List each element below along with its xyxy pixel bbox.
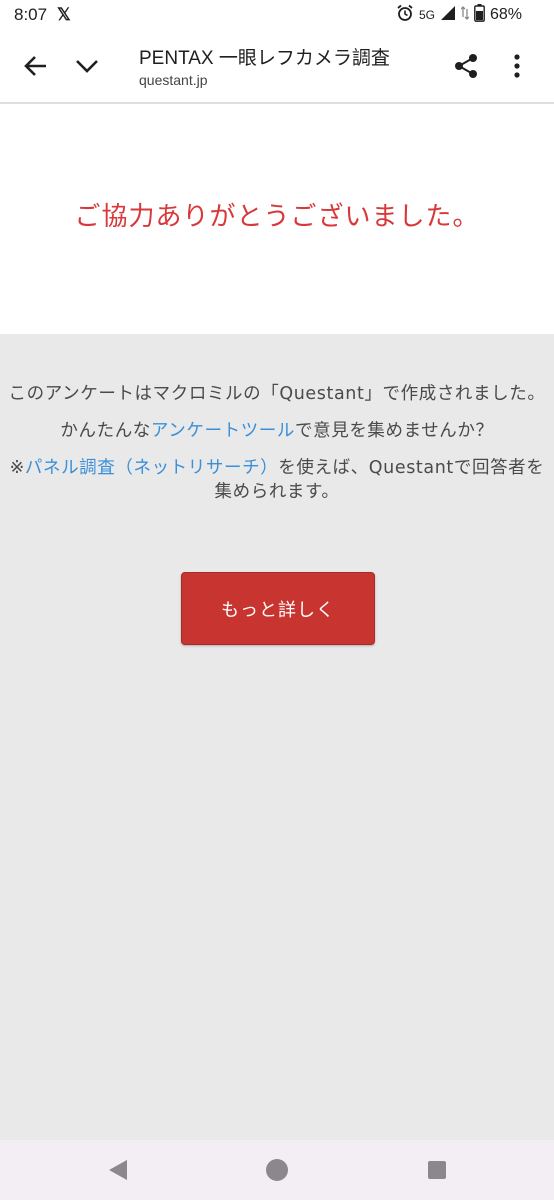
page-title: PENTAX 一眼レフカメラ調査	[139, 48, 390, 69]
wifi-arrows-icon	[460, 5, 470, 25]
signal-icon	[440, 5, 456, 25]
app-header: PENTAX 一眼レフカメラ調査 questant.jp	[0, 30, 554, 104]
x-app-icon: 𝕏	[57, 5, 71, 24]
survey-tool-link[interactable]: アンケートツール	[151, 421, 295, 441]
panel-survey-pre: ※	[9, 458, 25, 478]
arrow-back-icon	[24, 56, 46, 76]
share-button[interactable]	[446, 46, 486, 86]
status-time: 8:07	[14, 5, 48, 24]
nav-home-icon	[266, 1159, 288, 1181]
nav-recents-icon	[428, 1161, 446, 1179]
back-button[interactable]	[16, 46, 56, 86]
status-bar: 8:07 𝕏 5G 68%	[0, 0, 554, 30]
panel-survey-link[interactable]: パネル調査（ネットリサーチ）	[25, 458, 278, 478]
nav-home-button[interactable]	[265, 1158, 289, 1182]
battery-percent: 68%	[489, 6, 522, 23]
questant-info: このアンケートはマクロミルの「Questant」で作成されました。 かんたんなア…	[0, 382, 554, 504]
more-vert-icon	[514, 54, 520, 78]
thank-you-card: ご協力ありがとうございました。	[0, 104, 554, 334]
status-icons: 5G 68%	[396, 4, 522, 26]
minimize-button[interactable]	[67, 46, 107, 86]
page-url: questant.jp	[139, 72, 208, 88]
nav-back-button[interactable]	[106, 1158, 130, 1182]
battery-icon	[474, 4, 485, 26]
survey-tool-promo: かんたんなアンケートツールで意見を集めませんか？	[0, 419, 554, 443]
questant-credit-text: このアンケートはマクロミルの「Questant」で作成されました。	[8, 384, 546, 404]
network-type: 5G	[418, 8, 435, 22]
chevron-down-icon	[76, 60, 98, 73]
panel-survey-promo: ※パネル調査（ネットリサーチ）を使えば、Questantで回答者を集められます。	[0, 456, 554, 504]
alarm-icon	[396, 4, 414, 26]
thank-you-message: ご協力ありがとうございました。	[74, 202, 480, 232]
more-options-button[interactable]	[497, 46, 537, 86]
nav-recents-button[interactable]	[425, 1158, 449, 1182]
survey-tool-pre: かんたんな	[60, 421, 151, 441]
learn-more-button[interactable]: もっと詳しく	[181, 572, 375, 645]
share-icon	[455, 54, 477, 78]
nav-back-icon	[109, 1160, 127, 1180]
survey-tool-post: で意見を集めませんか？	[295, 421, 494, 441]
system-nav-bar	[0, 1140, 554, 1200]
